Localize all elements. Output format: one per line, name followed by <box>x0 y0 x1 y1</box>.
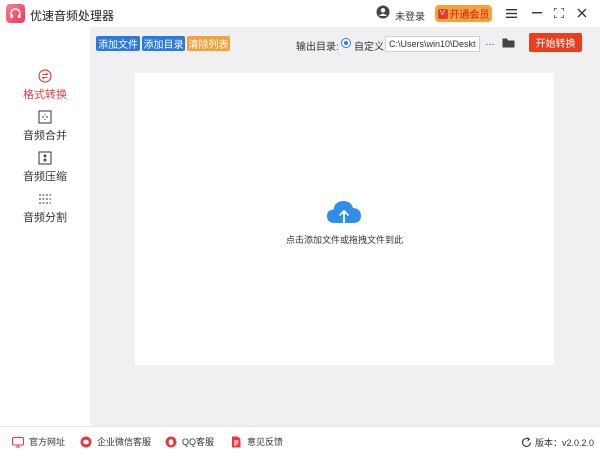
website-icon <box>12 436 24 448</box>
minimize-icon <box>532 12 542 14</box>
file-drop-zone[interactable]: 点击添加文件或拖拽文件到此 <box>135 73 554 365</box>
folder-icon[interactable] <box>502 37 515 49</box>
wechat-icon <box>80 436 92 447</box>
start-convert-button[interactable]: 开始转换 <box>529 33 582 52</box>
clear-list-button[interactable]: 清除列表 <box>187 36 230 51</box>
add-file-button[interactable]: 添加文件 <box>96 36 140 51</box>
custom-output-radio[interactable] <box>341 38 351 48</box>
vip-button[interactable]: V 开通会员 <box>435 5 492 22</box>
refresh-icon <box>521 437 532 448</box>
footer-bar: 官方网址 企业微信客服 QQ客服 意见反馈 版本：v2.0.2.0 <box>0 426 600 456</box>
footer-link-label: 企业微信客服 <box>97 437 152 447</box>
compress-icon <box>38 151 52 165</box>
output-path-input[interactable] <box>385 36 480 52</box>
maximize-button[interactable] <box>550 4 568 22</box>
version-label: 版本：v2.0.2.0 <box>535 438 595 448</box>
footer-link-label: QQ客服 <box>182 437 215 447</box>
split-icon <box>39 194 51 204</box>
user-icon <box>376 5 390 19</box>
user-button[interactable] <box>376 5 390 19</box>
sidebar-item-format-convert[interactable]: 格式转换 <box>0 69 90 109</box>
sidebar-item-label: 音频分割 <box>23 212 67 224</box>
sidebar-item-audio-split[interactable]: 音频分割 <box>0 192 90 232</box>
sidebar: 格式转换 音频合并 音频压缩 音频分割 <box>0 27 90 426</box>
output-dir-label: 输出目录: <box>296 42 339 53</box>
menu-icon <box>505 8 517 18</box>
footer-link-label: 意见反馈 <box>247 437 284 447</box>
close-button[interactable] <box>573 4 591 22</box>
sidebar-item-label: 音频压缩 <box>23 171 67 183</box>
login-status[interactable]: 未登录 <box>395 8 425 23</box>
sidebar-item-label: 音频合并 <box>23 130 67 142</box>
drop-hint-text: 点击添加文件或拖拽文件到此 <box>285 235 403 245</box>
cloud-upload-icon <box>327 201 361 224</box>
title-bar: 优速音频处理器 未登录 V 开通会员 <box>0 0 600 27</box>
custom-output-label[interactable]: 自定义 <box>354 38 384 53</box>
app-title: 优速音频处理器 <box>30 9 115 23</box>
convert-icon <box>38 69 52 83</box>
vip-badge-icon: V <box>437 8 448 19</box>
feedback-icon <box>232 436 241 447</box>
footer-link-wechat[interactable]: 企业微信客服 <box>80 435 151 448</box>
minimize-button[interactable] <box>528 4 546 22</box>
version-info[interactable]: 版本：v2.0.2.0 <box>521 436 594 449</box>
merge-icon <box>38 110 52 124</box>
more-options-icon[interactable]: … <box>484 37 496 51</box>
app-logo-icon <box>6 4 25 23</box>
sidebar-item-audio-compress[interactable]: 音频压缩 <box>0 151 90 191</box>
add-folder-button[interactable]: 添加目录 <box>142 36 185 51</box>
close-icon <box>577 8 587 18</box>
footer-link-qq[interactable]: QQ客服 <box>165 435 214 448</box>
maximize-icon <box>554 8 564 18</box>
sidebar-item-label: 格式转换 <box>23 89 67 101</box>
qq-icon <box>165 436 177 447</box>
footer-link-feedback[interactable]: 意见反馈 <box>230 435 283 448</box>
footer-link-website[interactable]: 官方网址 <box>12 435 65 448</box>
sidebar-item-audio-merge[interactable]: 音频合并 <box>0 110 90 150</box>
vip-label: 开通会员 <box>449 10 490 21</box>
menu-button[interactable] <box>502 4 520 22</box>
footer-link-label: 官方网址 <box>29 437 66 447</box>
